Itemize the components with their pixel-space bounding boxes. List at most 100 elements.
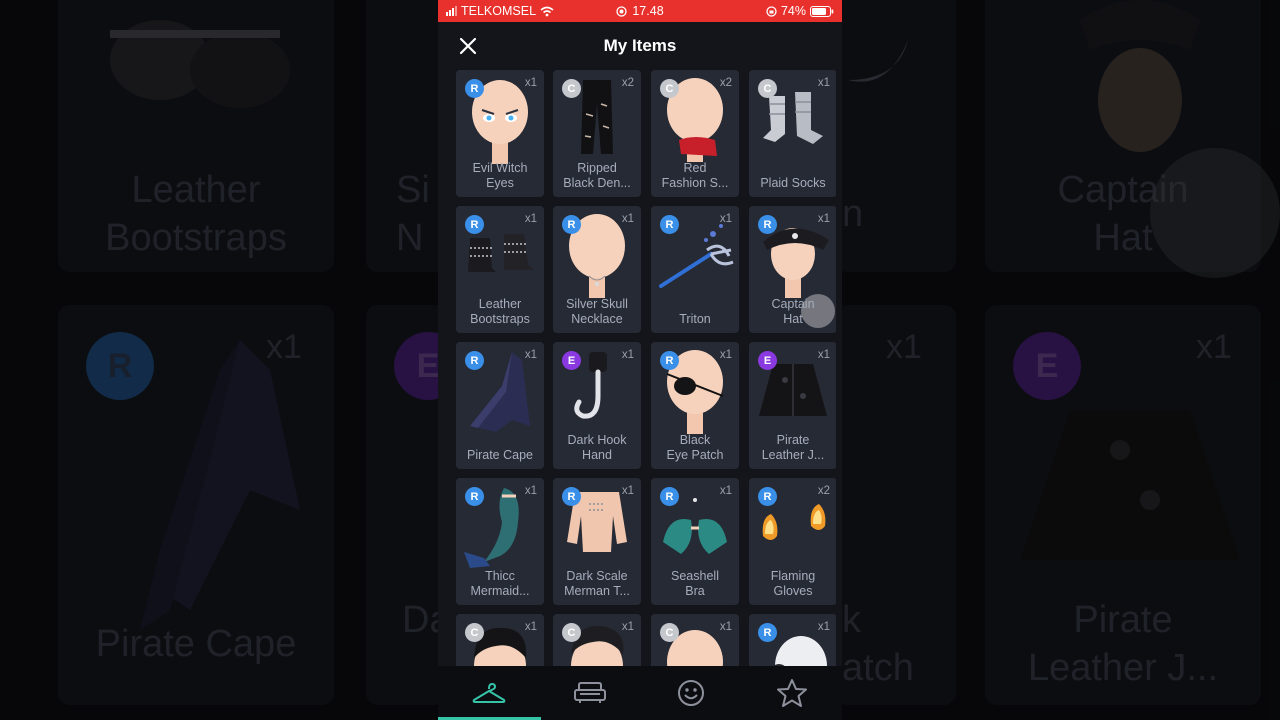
star-icon — [776, 679, 807, 707]
item-name: Seashell Bra — [671, 569, 719, 598]
item-card[interactable]: C x2 Red Fashion S... — [651, 70, 739, 197]
tab-favorites[interactable] — [741, 666, 842, 720]
item-card[interactable]: R x1 Black Eye Patch — [651, 342, 739, 469]
item-count: x1 — [621, 485, 634, 497]
item-count: x1 — [524, 213, 537, 225]
item-name: Flaming Gloves — [770, 569, 816, 598]
rarity-badge: R — [758, 623, 777, 642]
wifi-icon — [540, 6, 554, 16]
rarity-badge: C — [562, 79, 581, 98]
smiley-icon — [677, 680, 704, 706]
rotation-lock-icon — [766, 5, 777, 17]
rarity-badge: R — [660, 215, 679, 234]
rarity-badge: E — [758, 351, 777, 370]
items-grid[interactable]: R x1 Evil Witch Eyes C x2 Ripped Black D… — [456, 70, 836, 666]
item-name: Black Eye Patch — [666, 433, 724, 462]
rarity-badge: E — [562, 351, 581, 370]
rarity-badge: C — [660, 623, 679, 642]
item-name: Dark Scale Merman T... — [564, 569, 630, 598]
battery-icon — [810, 5, 834, 17]
tab-furniture[interactable] — [539, 666, 640, 720]
recording-icon — [616, 5, 628, 17]
bg-overlay — [842, 0, 1280, 720]
item-count: x2 — [817, 485, 830, 497]
item-card[interactable]: R x2 Flaming Gloves — [749, 478, 836, 605]
item-card[interactable]: R x1 Seashell Bra — [651, 478, 739, 605]
rarity-badge: R — [465, 487, 484, 506]
rarity-badge: R — [465, 79, 484, 98]
item-card[interactable]: R x1 Leather Bootstraps — [456, 206, 544, 333]
rarity-badge: R — [465, 351, 484, 370]
item-name: Silver Skull Necklace — [566, 297, 628, 326]
item-name: Leather Bootstraps — [470, 297, 530, 326]
item-name: Captain Hat — [771, 297, 815, 326]
item-count: x1 — [719, 485, 732, 497]
item-card[interactable]: R x1 Silver Skull Necklace — [553, 206, 641, 333]
rarity-badge: R — [660, 351, 679, 370]
rarity-badge: R — [562, 215, 581, 234]
rarity-badge: R — [758, 215, 777, 234]
item-card[interactable]: C x2 Ripped Black Den... — [553, 70, 641, 197]
carrier-name: TELKOMSEL — [461, 4, 537, 18]
item-card[interactable]: C x1 — [553, 614, 641, 666]
item-count: x2 — [621, 77, 634, 89]
rarity-badge: R — [465, 215, 484, 234]
clock: 17.48 — [632, 4, 664, 18]
bottom-tab-bar — [438, 666, 842, 720]
item-count: x1 — [817, 621, 830, 633]
sofa-icon — [573, 682, 606, 703]
item-card[interactable]: E x1 Pirate Leather J... — [749, 342, 836, 469]
item-count: x1 — [719, 213, 732, 225]
close-icon[interactable] — [458, 36, 478, 56]
item-name: Evil Witch Eyes — [472, 161, 528, 190]
item-card[interactable]: C x1 Plaid Socks — [749, 70, 836, 197]
item-name: Pirate Leather J... — [761, 433, 825, 462]
item-count: x1 — [621, 621, 634, 633]
phone-screen: TELKOMSEL 17.48 74% My Items R x1 Evil W… — [438, 0, 842, 720]
item-name: Thicc Mermaid... — [470, 569, 530, 598]
item-count: x1 — [719, 349, 732, 361]
item-count: x1 — [524, 77, 537, 89]
bg-overlay — [0, 0, 438, 720]
app-header: My Items — [438, 22, 842, 70]
item-name: Dark Hook Hand — [567, 433, 627, 462]
item-count: x1 — [719, 621, 732, 633]
video-frame: Leather Bootstraps Si N Pirate Cape Da R x… — [0, 0, 1280, 720]
item-card[interactable]: R x1 Thicc Mermaid... — [456, 478, 544, 605]
rarity-badge: C — [562, 623, 581, 642]
item-name: Plaid Socks — [760, 176, 826, 190]
tab-clothing[interactable] — [438, 666, 539, 720]
rarity-badge: C — [758, 79, 777, 98]
status-bar: TELKOMSEL 17.48 74% — [438, 0, 842, 22]
page-title: My Items — [603, 36, 677, 55]
item-card[interactable]: R x1 Evil Witch Eyes — [456, 70, 544, 197]
hanger-icon — [472, 683, 505, 703]
item-count: x1 — [524, 485, 537, 497]
item-card[interactable]: E x1 Dark Hook Hand — [553, 342, 641, 469]
item-count: x1 — [817, 213, 830, 225]
rarity-badge: C — [660, 79, 679, 98]
item-name: Pirate Cape — [466, 448, 533, 462]
item-card[interactable]: C x1 — [456, 614, 544, 666]
rarity-badge: C — [465, 623, 484, 642]
item-count: x1 — [817, 349, 830, 361]
item-name: Ripped Black Den... — [563, 161, 631, 190]
item-card[interactable]: R x1 Pirate Cape — [456, 342, 544, 469]
item-name: Red Fashion S... — [661, 161, 729, 190]
item-count: x1 — [524, 621, 537, 633]
item-count: x1 — [621, 349, 634, 361]
rarity-badge: R — [758, 487, 777, 506]
item-card[interactable]: R x1 — [749, 614, 836, 666]
item-card[interactable]: C x1 — [651, 614, 739, 666]
item-count: x1 — [817, 77, 830, 89]
item-card[interactable]: R x1 Triton — [651, 206, 739, 333]
tab-emotes[interactable] — [640, 666, 741, 720]
item-count: x2 — [719, 77, 732, 89]
item-card[interactable]: R x1 Captain Hat — [749, 206, 836, 333]
signal-icon — [446, 6, 457, 16]
item-card[interactable]: R x1 Dark Scale Merman T... — [553, 478, 641, 605]
rarity-badge: R — [660, 487, 679, 506]
item-count: x1 — [524, 349, 537, 361]
battery-percent: 74% — [780, 4, 806, 18]
item-name: Triton — [679, 312, 711, 326]
